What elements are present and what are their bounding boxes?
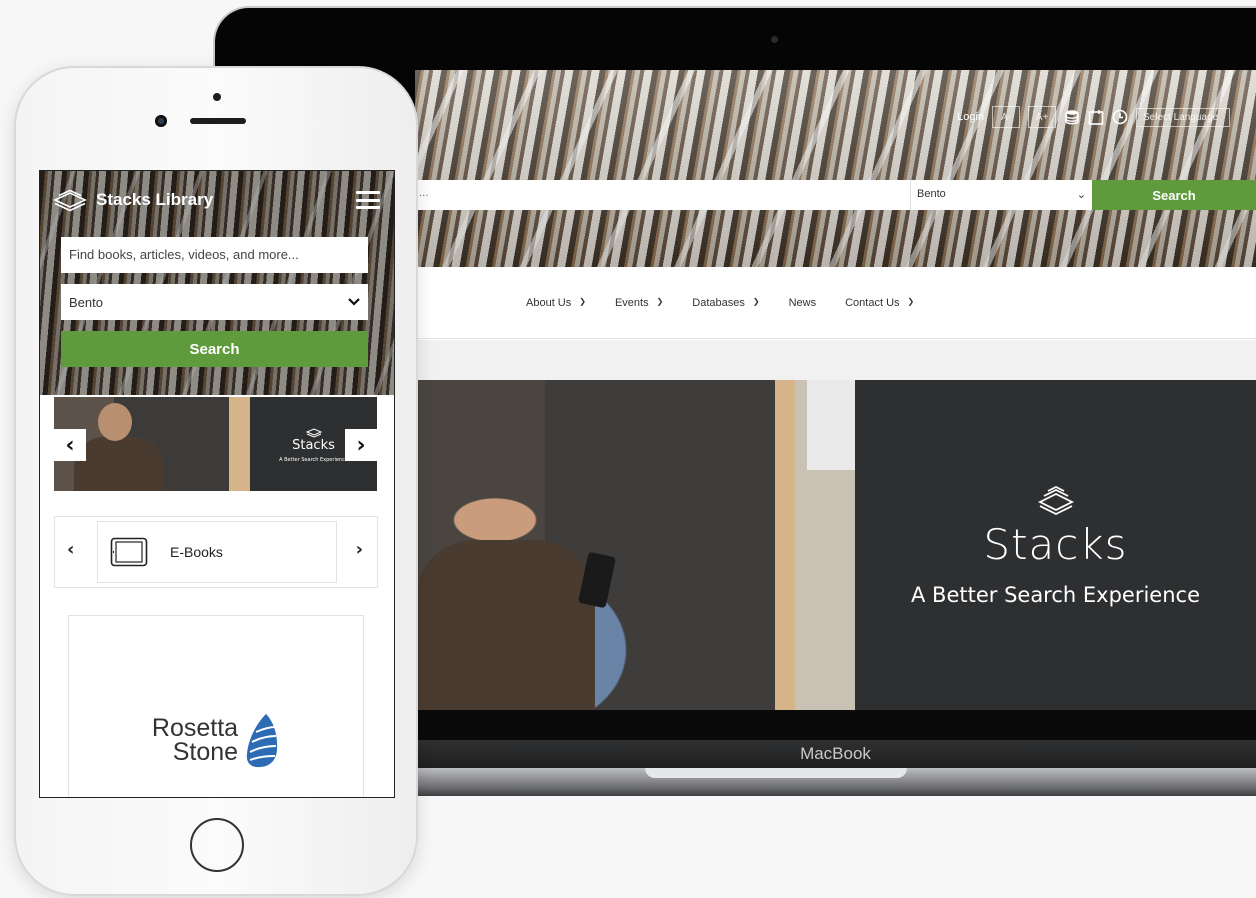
utility-bar: Login A- A+ Select Language [957, 106, 1230, 128]
mobile-header: Stacks Library [52, 187, 380, 213]
smartphone-image [577, 551, 617, 609]
chevron-right-icon[interactable]: › [345, 429, 377, 461]
partner-name-line2: Stone [172, 738, 239, 766]
chevron-down-icon: ❯ [579, 297, 586, 306]
mobile-search-input[interactable]: Find books, articles, videos, and more..… [61, 237, 368, 273]
partner-name: Rosetta Stone [152, 716, 239, 766]
banner-text: Stacks A Better Search Experience [855, 380, 1256, 710]
nav-item-contact-us[interactable]: Contact Us ❯ [845, 297, 914, 309]
hamburger-menu-icon[interactable] [356, 191, 380, 209]
chevron-left-icon[interactable]: ‹ [67, 539, 74, 560]
chevron-down-icon [348, 298, 360, 306]
laptop-camera [771, 36, 778, 43]
language-select[interactable]: Select Language [1136, 107, 1230, 127]
category-carousel: ‹ E-Books › [54, 516, 378, 588]
mobile-brand-name: Stacks Library [96, 190, 214, 209]
laptop-device-label: MacBook [415, 740, 1256, 768]
phone-sensor [213, 93, 221, 101]
laptop-notch [645, 768, 907, 778]
tablet-icon [110, 537, 148, 567]
carousel-brand: Stacks [292, 437, 335, 453]
nav-item-news[interactable]: News [789, 297, 817, 309]
laptop-search-button[interactable]: Search [1092, 180, 1256, 210]
laptop-screen: Login A- A+ Select Language ... Bento ⌄ … [415, 70, 1256, 710]
books-stack-icon [305, 427, 322, 438]
rosetta-stone-logo: Rosetta Stone [152, 712, 280, 770]
hero-banner[interactable]: Stacks A Better Search Experience [415, 380, 1256, 710]
phone-camera [155, 115, 167, 127]
person-figure [415, 540, 595, 710]
nav-item-about-us[interactable]: About Us ❯ [526, 297, 586, 309]
section-spacer [415, 340, 1256, 380]
laptop-select-value: Bento [917, 188, 946, 200]
chevron-down-icon: ⌄ [1076, 189, 1086, 201]
font-decrease-button[interactable]: A- [992, 106, 1020, 128]
font-increase-button[interactable]: A+ [1028, 106, 1056, 128]
laptop-chin [415, 710, 1256, 740]
mobile-logo[interactable]: Stacks Library [52, 187, 213, 213]
mobile-search-scope-select[interactable]: Bento [61, 284, 368, 320]
nav-label: Events [614, 296, 649, 309]
nav-item-events[interactable]: Events ❯ [615, 297, 663, 309]
partner-card[interactable]: Rosetta Stone [68, 615, 364, 797]
carousel-tagline: A Better Search Experience [279, 456, 348, 463]
phone-speaker [190, 118, 246, 124]
books-stack-icon [53, 189, 87, 212]
rosetta-stone-icon [246, 714, 278, 768]
login-link[interactable]: Login [957, 111, 984, 123]
category-item-ebooks[interactable]: E-Books [97, 521, 337, 583]
books-stack-icon [1037, 485, 1074, 515]
nav-label: News [788, 296, 817, 309]
laptop-search-input[interactable]: ... [415, 180, 910, 210]
clock-icon[interactable] [1112, 109, 1128, 125]
laptop-search-bar: ... Bento ⌄ Search [415, 180, 1256, 210]
category-label: E-Books [170, 544, 223, 560]
hero-shade [415, 70, 1256, 267]
person-head [98, 403, 132, 441]
mobile-search-button[interactable]: Search [61, 331, 368, 367]
nav-label: About Us [526, 296, 572, 309]
phone-screen: Stacks Library Find books, articles, vid… [39, 170, 395, 798]
phone-home-button[interactable] [190, 818, 244, 872]
banner-photo [415, 380, 855, 710]
chevron-right-icon[interactable]: › [356, 539, 363, 560]
mobile-carousel[interactable]: Stacks A Better Search Experience ‹ › [54, 397, 377, 491]
whiteboard-image [807, 380, 855, 470]
database-icon[interactable] [1064, 109, 1080, 125]
banner-tagline: A Better Search Experience [911, 582, 1200, 607]
laptop-search-scope-select[interactable]: Bento ⌄ [910, 180, 1092, 210]
hero-background [415, 70, 1256, 267]
chevron-down-icon: ❯ [656, 297, 664, 306]
chevron-left-icon[interactable]: ‹ [54, 429, 86, 461]
chevron-down-icon: ❯ [907, 297, 915, 306]
person-figure [74, 437, 164, 491]
chevron-down-icon: ❯ [752, 297, 760, 306]
banner-brand: Stacks [983, 519, 1128, 569]
calendar-icon[interactable] [1088, 109, 1104, 125]
nav-label: Contact Us [845, 296, 900, 309]
main-nav: About Us ❯ Events ❯ Databases ❯ News Contac… [415, 267, 1256, 339]
nav-item-databases[interactable]: Databases ❯ [692, 297, 759, 309]
mobile-select-value: Bento [69, 294, 103, 310]
nav-label: Databases [692, 296, 745, 309]
